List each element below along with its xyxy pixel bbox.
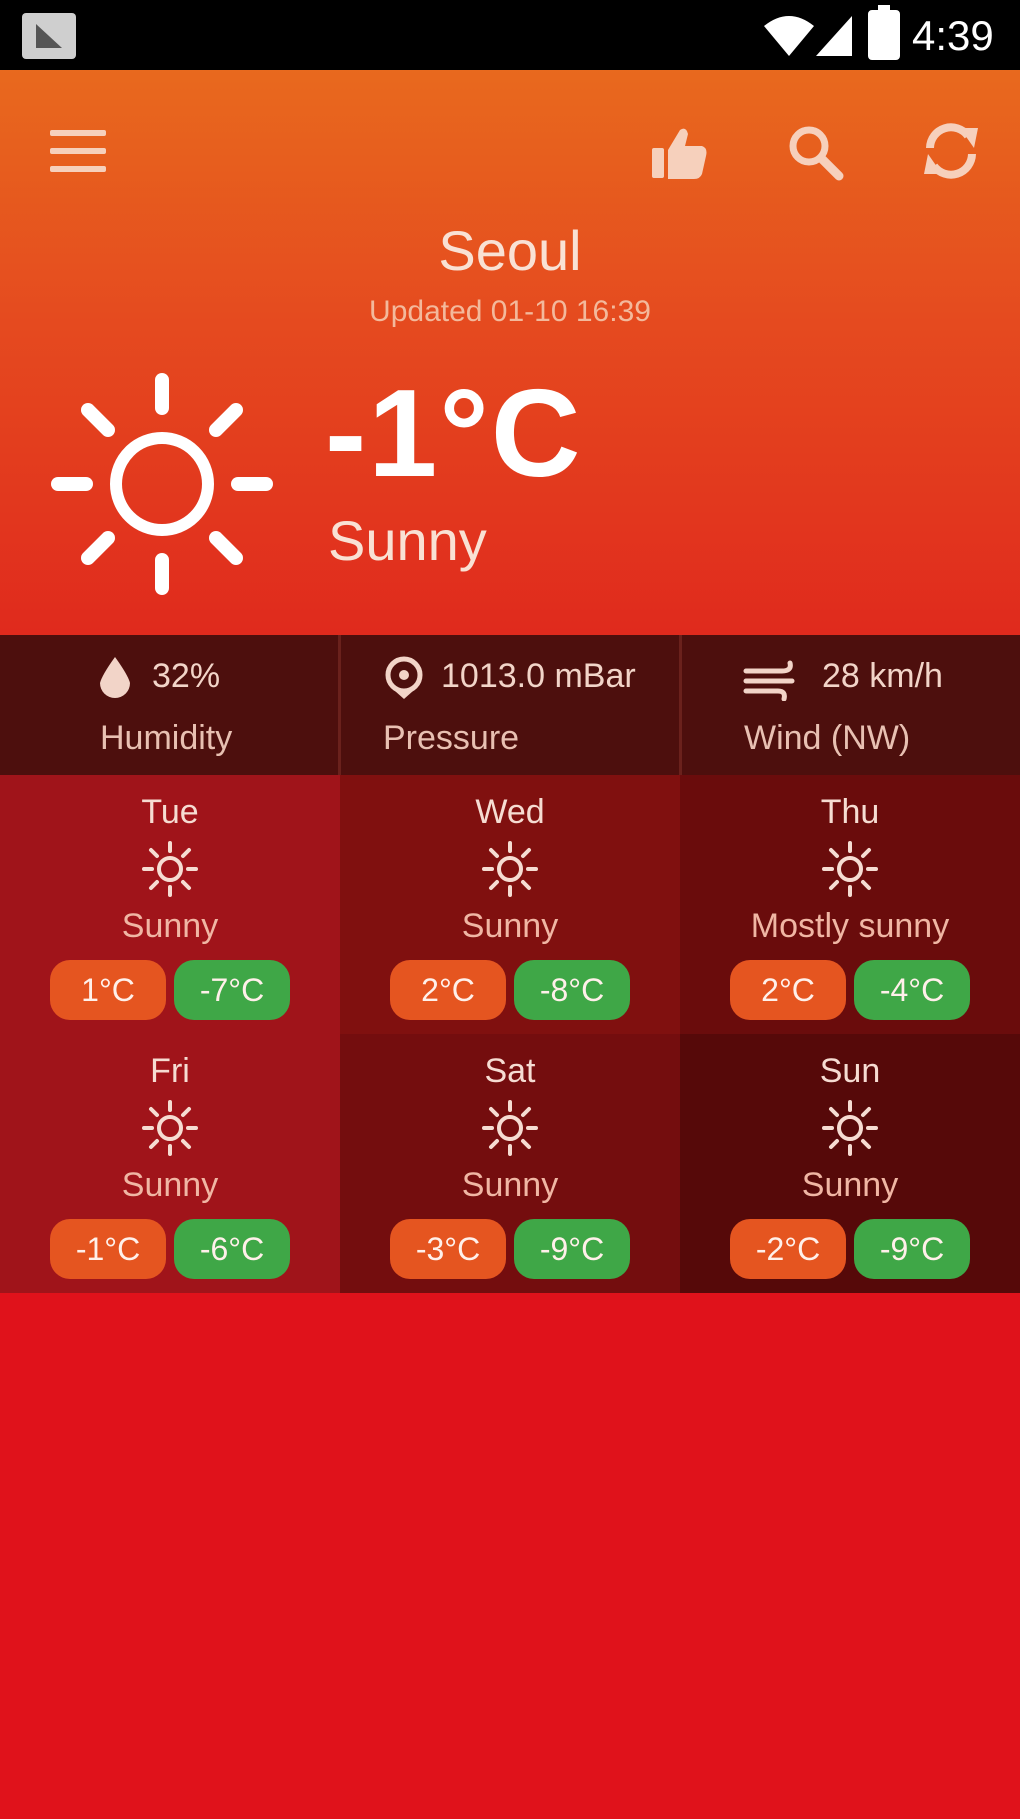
sun-icon bbox=[142, 1100, 198, 1156]
refresh-icon[interactable] bbox=[918, 118, 984, 184]
forecast-day-wed[interactable]: Wed Sunny 2°C -8°C bbox=[340, 775, 680, 1034]
forecast-high-temp: 1°C bbox=[50, 960, 166, 1020]
stat-wind: 28 km/h Wind (NW) bbox=[682, 635, 1020, 775]
forecast-day-thu[interactable]: Thu Mostly sunny 2°C -4°C bbox=[680, 775, 1020, 1034]
sun-icon bbox=[482, 841, 538, 897]
forecast-condition: Sunny bbox=[801, 1166, 899, 1204]
city-name: Seoul bbox=[438, 219, 582, 282]
search-icon[interactable] bbox=[785, 122, 845, 182]
forecast-day-name: Tue bbox=[141, 793, 199, 831]
forecast-condition: Sunny bbox=[461, 907, 559, 945]
forecast-condition: Sunny bbox=[121, 907, 219, 945]
forecast-condition: Mostly sunny bbox=[750, 907, 950, 945]
forecast-day-name: Sun bbox=[819, 1052, 881, 1090]
forecast-low-temp: -7°C bbox=[174, 960, 290, 1020]
humidity-drop-icon bbox=[100, 657, 130, 698]
forecast-low-temp: -9°C bbox=[514, 1219, 630, 1279]
forecast-low-temp: -6°C bbox=[174, 1219, 290, 1279]
sunny-weather-icon bbox=[51, 373, 273, 595]
forecast-low-temp: -9°C bbox=[854, 1219, 970, 1279]
wind-label: Wind (NW) bbox=[744, 719, 911, 757]
sun-icon bbox=[482, 1100, 538, 1156]
thumbs-up-icon[interactable] bbox=[650, 122, 710, 182]
sun-icon bbox=[822, 841, 878, 897]
menu-icon[interactable] bbox=[50, 128, 108, 176]
forecast-grid: Tue Sunny 1°C -7°C Wed Sunny 2°C -8°C Th… bbox=[0, 775, 1020, 1293]
forecast-high-temp: -2°C bbox=[730, 1219, 846, 1279]
pressure-gauge-icon bbox=[385, 656, 423, 699]
forecast-day-fri[interactable]: Fri Sunny -1°C -6°C bbox=[0, 1034, 340, 1293]
forecast-high-temp: 2°C bbox=[390, 960, 506, 1020]
current-condition: Sunny bbox=[328, 509, 487, 572]
status-bar: 4:39 bbox=[0, 0, 1020, 70]
updated-time: Updated 01-10 16:39 bbox=[369, 295, 651, 328]
forecast-day-name: Sat bbox=[484, 1052, 536, 1090]
status-time: 4:39 bbox=[912, 12, 994, 59]
forecast-day-tue[interactable]: Tue Sunny 1°C -7°C bbox=[0, 775, 340, 1034]
forecast-day-name: Fri bbox=[150, 1052, 190, 1090]
forecast-low-temp: -4°C bbox=[854, 960, 970, 1020]
forecast-low-temp: -8°C bbox=[514, 960, 630, 1020]
forecast-day-name: Wed bbox=[475, 793, 545, 831]
weather-header: Seoul Updated 01-10 16:39 -1°C Sunny bbox=[0, 70, 1020, 635]
forecast-day-sat[interactable]: Sat Sunny -3°C -9°C bbox=[340, 1034, 680, 1293]
pressure-value: 1013.0 mBar bbox=[441, 657, 636, 695]
forecast-condition: Sunny bbox=[461, 1166, 559, 1204]
weather-stats: 32% Humidity 1013.0 mBar Pressure 28 km/… bbox=[0, 635, 1020, 775]
stat-pressure: 1013.0 mBar Pressure bbox=[341, 635, 682, 775]
forecast-day-sun[interactable]: Sun Sunny -2°C -9°C bbox=[680, 1034, 1020, 1293]
current-temperature: -1°C bbox=[325, 365, 583, 503]
signal-icon bbox=[816, 16, 852, 56]
forecast-high-temp: -1°C bbox=[50, 1219, 166, 1279]
pressure-label: Pressure bbox=[383, 719, 520, 757]
battery-icon bbox=[868, 5, 900, 60]
humidity-value: 32% bbox=[152, 657, 221, 695]
forecast-high-temp: -3°C bbox=[390, 1219, 506, 1279]
sun-icon bbox=[822, 1100, 878, 1156]
humidity-label: Humidity bbox=[100, 719, 233, 757]
forecast-high-temp: 2°C bbox=[730, 960, 846, 1020]
forecast-day-name: Thu bbox=[820, 793, 880, 831]
wind-value: 28 km/h bbox=[822, 657, 943, 695]
wind-icon bbox=[743, 660, 795, 701]
notification-app-icon bbox=[22, 13, 76, 59]
forecast-condition: Sunny bbox=[121, 1166, 219, 1204]
sun-icon bbox=[142, 841, 198, 897]
stat-humidity: 32% Humidity bbox=[0, 635, 341, 775]
wifi-icon bbox=[764, 16, 814, 56]
